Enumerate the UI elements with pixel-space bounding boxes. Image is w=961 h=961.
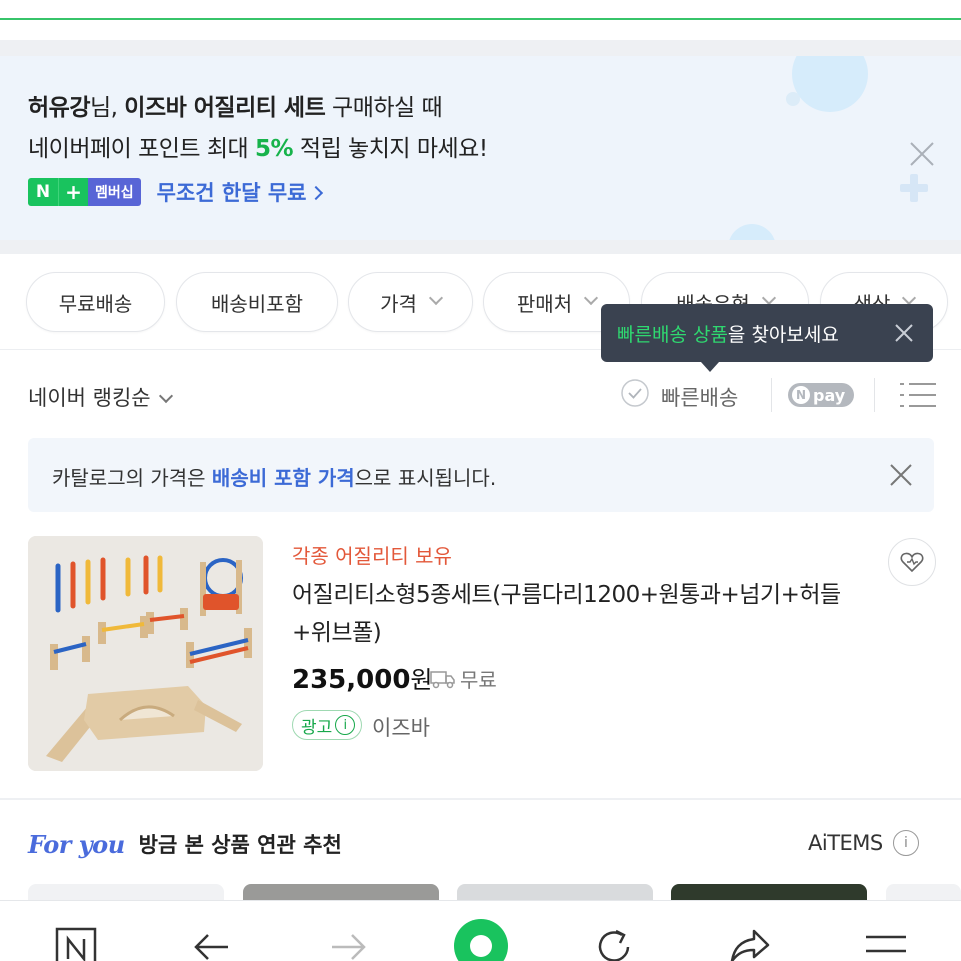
browser-bottom-bar <box>0 900 961 961</box>
notice-close-icon[interactable] <box>888 462 914 488</box>
fast-delivery-tooltip: 빠른배송 상품 을 찾아보세요 <box>601 304 933 372</box>
refresh-icon[interactable] <box>592 923 636 961</box>
nplus-membership-label: 멤버십 <box>88 178 141 206</box>
tooltip-highlight: 빠른배송 상품 <box>617 323 728 346</box>
npay-n-icon: N <box>792 386 810 404</box>
section-divider <box>0 798 961 800</box>
product-list-item[interactable]: 각종 어질리티 보유 어질리티소형5종세트(구름다리1200+원통과+넘기+허들… <box>0 530 961 790</box>
promo-line2-prefix: 네이버페이 포인트 최대 <box>28 136 256 162</box>
aitems-label: AiTEMS i <box>808 830 919 856</box>
chevron-right-icon <box>308 185 323 201</box>
truck-icon <box>430 670 455 688</box>
filter-chip-label: 판매처 <box>516 291 573 316</box>
notice-text: 카탈로그의 가격은 배송비 포함 가격으로 표시됩니다. <box>52 462 496 491</box>
divider <box>771 378 772 412</box>
price-value: 235,000 <box>292 665 411 695</box>
product-title[interactable]: 어질리티소형5종세트(구름다리1200+원통과+넘기+허들+위브폴) <box>292 576 872 652</box>
free-month-link[interactable]: 무조건 한달 무료 <box>156 177 323 207</box>
promo-line-1: 허유강님, 이즈바 어질리티 세트 구매하실 때 <box>28 88 443 122</box>
membership-row: N + 멤버십 무조건 한달 무료 <box>28 177 323 207</box>
promo-line1-suffix: 구매하실 때 <box>325 95 443 121</box>
for-you-logo: For you <box>28 829 125 859</box>
notice-highlight: 배송비 포함 가격 <box>211 466 355 490</box>
back-arrow-icon[interactable] <box>190 923 234 961</box>
notice-suffix: 으로 표시됩니다. <box>354 466 497 490</box>
filter-chip-label: 가격 <box>380 291 417 316</box>
notice-prefix: 카탈로그의 가격은 <box>52 466 212 490</box>
decor-bubble <box>728 224 776 240</box>
free-month-label: 무조건 한달 무료 <box>156 181 307 205</box>
list-view-icon[interactable] <box>900 380 936 410</box>
npay-label: pay <box>813 385 846 405</box>
forward-arrow-icon[interactable] <box>326 923 370 961</box>
section-gap <box>0 240 961 254</box>
npay-filter-button[interactable]: Npay <box>788 383 854 407</box>
tooltip-text: 을 찾아보세요 <box>727 323 839 346</box>
naver-n-icon[interactable] <box>54 923 98 961</box>
tooltip-arrow <box>701 362 719 372</box>
top-progress-line <box>0 18 961 20</box>
chevron-down-icon <box>902 290 917 306</box>
recommend-header: For you 방금 본 상품 연관 추천 <box>28 826 342 862</box>
shipping-info: 무료 <box>430 664 497 693</box>
decor-bubble <box>786 92 800 106</box>
promo-line2-suffix: 적립 놓치지 마세요! <box>293 136 488 162</box>
chevron-down-icon <box>158 388 173 404</box>
sort-label: 네이버 랭킹순 <box>28 386 151 410</box>
nplus-membership-badge: N + 멤버십 <box>28 178 141 206</box>
chevron-down-icon <box>761 290 776 306</box>
fast-delivery-check-icon[interactable] <box>620 378 650 408</box>
filter-chip-free-shipping[interactable]: 무료배송 <box>26 272 165 332</box>
decor-bubble <box>792 56 868 112</box>
info-icon[interactable]: i <box>892 830 919 856</box>
nplus-n: N <box>28 178 58 206</box>
catalog-price-notice: 카탈로그의 가격은 배송비 포함 가격으로 표시됩니다. <box>28 438 934 512</box>
promo-close-icon[interactable] <box>908 140 936 168</box>
recommend-title: 방금 본 상품 연관 추천 <box>138 833 342 857</box>
filter-chip-label: 무료배송 <box>58 291 133 316</box>
promo-line-2: 네이버페이 포인트 최대 5% 적립 놓치지 마세요! <box>28 129 488 163</box>
ad-label: 광고 <box>301 717 333 738</box>
shipping-label: 무료 <box>460 668 497 692</box>
favorite-heart-button[interactable] <box>888 538 936 586</box>
decor-plus-icon <box>900 174 928 202</box>
heart-icon <box>900 552 924 573</box>
tooltip-close-icon[interactable] <box>893 322 915 344</box>
home-green-button[interactable] <box>454 919 508 961</box>
filter-chip-shipping-included[interactable]: 배송비포함 <box>176 272 338 332</box>
fast-delivery-toggle[interactable]: 빠른배송 <box>661 382 738 412</box>
aitems-text: AiTEMS <box>808 831 883 855</box>
chevron-down-icon <box>584 290 599 306</box>
chevron-down-icon <box>428 290 443 306</box>
sort-dropdown[interactable]: 네이버 랭킹순 <box>28 382 173 412</box>
product-tag: 각종 어질리티 보유 <box>292 544 452 568</box>
share-icon[interactable] <box>728 923 772 961</box>
menu-icon[interactable] <box>864 923 908 961</box>
section-gap <box>0 40 961 56</box>
promo-honorific: 님, <box>89 95 125 121</box>
divider <box>874 378 875 412</box>
filter-chip-price[interactable]: 가격 <box>348 272 473 332</box>
sort-bar: 네이버 랭킹순 빠른배송 Npay <box>0 366 961 426</box>
nplus-plus: + <box>58 178 88 206</box>
promo-percent: 5% <box>255 136 294 162</box>
info-icon: i <box>335 715 356 735</box>
seller-name[interactable]: 이즈바 <box>372 712 430 742</box>
npay-promo-banner: 허유강님, 이즈바 어질리티 세트 구매하실 때 네이버페이 포인트 최대 5%… <box>0 56 961 240</box>
product-thumbnail[interactable] <box>28 536 263 771</box>
filter-chip-label: 배송비포함 <box>211 291 303 316</box>
product-price: 235,000원 <box>292 660 433 695</box>
promo-product-name: 이즈바 어질리티 세트 <box>124 95 326 121</box>
ad-badge[interactable]: 광고 i <box>292 710 363 740</box>
promo-user-name: 허유강 <box>28 95 90 121</box>
